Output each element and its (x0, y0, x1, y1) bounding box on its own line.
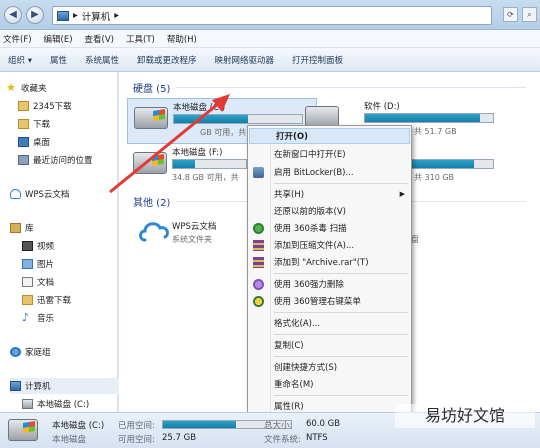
menu-help[interactable]: 帮助(H) (167, 33, 197, 45)
menu-edit[interactable]: 编辑(E) (44, 33, 73, 45)
shield-icon (253, 167, 264, 178)
group-header-hdd[interactable]: 硬盘 (5) (133, 80, 527, 95)
drive-name: 本地磁盘 (F:) (172, 148, 223, 158)
winrar-icon (253, 257, 264, 268)
star-icon: ★ (6, 81, 16, 94)
drive-icon (22, 399, 33, 409)
properties-button[interactable]: 属性 (50, 54, 67, 66)
sidebar-homegroup[interactable]: 家庭组 (10, 344, 128, 360)
title-bar: ◀ ▶ ▸ 计算机 ▸ ⟳ ⌕ (0, 0, 540, 30)
folder-icon (22, 295, 33, 305)
menu-item-360-scan[interactable]: 使用 360杀毒 扫描 (248, 220, 411, 236)
drive-icon (8, 419, 38, 441)
menu-item-360-force-delete[interactable]: 使用 360强力删除 (248, 276, 411, 292)
navigation-pane: ★ 收藏夹 2345下载 下载 桌面 最近访问的位置 WPS云文档 库 视频 图… (0, 72, 128, 412)
sidebar-computer[interactable]: 计算机 (10, 378, 128, 394)
drive-name: 软件 (D:) (364, 102, 400, 112)
map-drive-button[interactable]: 映射网络驱动器 (215, 54, 275, 66)
sidebar-favorites[interactable]: ★ 收藏夹 (6, 80, 124, 96)
forward-button[interactable]: ▶ (26, 6, 44, 24)
address-bar[interactable]: ▸ 计算机 ▸ (52, 6, 492, 25)
drive-icon (134, 107, 168, 129)
sidebar-wps[interactable]: WPS云文档 (10, 186, 128, 202)
menu-view[interactable]: 查看(V) (85, 33, 114, 45)
menu-item-add-archive[interactable]: 添加到压缩文件(A)... (248, 237, 411, 253)
cloud-icon (10, 189, 21, 199)
music-icon: ♪ (22, 311, 30, 324)
drive-info: GB 可用，共 (200, 128, 247, 137)
menu-item-open[interactable]: 打开(O) (249, 128, 410, 144)
video-icon (22, 241, 33, 251)
organize-button[interactable]: 组织 ▾ (8, 54, 32, 66)
drive-icon (133, 152, 167, 174)
uninstall-button[interactable]: 卸载或更改程序 (137, 54, 197, 66)
window-controls: ⟳ ⌕ (503, 7, 537, 22)
360-manager-icon (253, 296, 264, 307)
details-drive-name: 本地磁盘 (C:) (52, 421, 105, 431)
desktop-icon (18, 137, 29, 147)
context-menu: 打开(O) 在新窗口中打开(E) 启用 BitLocker(B)... 共享(H… (247, 125, 412, 419)
menu-tools[interactable]: 工具(T) (126, 33, 155, 45)
menu-item-add-rar[interactable]: 添加到 "Archive.rar"(T) (248, 254, 411, 270)
search-icon[interactable]: ⌕ (522, 7, 537, 22)
details-drive-type: 本地磁盘 (52, 435, 87, 445)
drive-usage-bar (364, 113, 494, 123)
download-folder-icon (18, 119, 29, 129)
system-properties-button[interactable]: 系统属性 (85, 54, 119, 66)
picture-icon (22, 259, 33, 269)
drive-info: 共 310 GB (414, 173, 455, 182)
360-antivirus-icon (253, 223, 264, 234)
menu-file[interactable]: 文件(F) (3, 33, 32, 45)
submenu-arrow-icon: ▶ (399, 190, 405, 198)
drive-info: 34.8 GB 可用，共 (172, 173, 239, 182)
drive-info: 共 51.7 GB (414, 127, 457, 136)
details-fs-value: NTFS (306, 433, 328, 443)
menu-item-create-shortcut[interactable]: 创建快捷方式(S) (248, 359, 411, 375)
menu-item-bitlocker[interactable]: 启用 BitLocker(B)... (248, 164, 411, 180)
sidebar-library[interactable]: 库 (10, 220, 128, 236)
details-free-label: 可用空间: (118, 435, 155, 445)
menu-item-copy[interactable]: 复制(C) (248, 337, 411, 353)
drive-usage-bar (173, 114, 303, 124)
winrar-icon (253, 240, 264, 251)
menu-bar: 文件(F) 编辑(E) 查看(V) 工具(T) 帮助(H) (0, 30, 540, 48)
computer-icon (10, 381, 21, 391)
drive-usage-bar (172, 159, 247, 169)
details-used-label: 已用空间: (118, 421, 155, 431)
details-free-value: 25.7 GB (162, 433, 197, 443)
control-panel-button[interactable]: 打开控制面板 (292, 54, 343, 66)
item-info: 系统文件夹 (172, 235, 212, 244)
360-delete-icon (253, 279, 264, 290)
cloud-icon (139, 222, 169, 242)
address-separator: ▸ (73, 10, 78, 21)
watermark-text: 易坊好文馆 (395, 404, 535, 428)
homegroup-icon (10, 347, 21, 357)
details-total-value: 60.0 GB (306, 419, 341, 429)
refresh-icon[interactable]: ⟳ (503, 7, 518, 22)
drive-name: 本地磁盘 (C:) (173, 103, 226, 113)
back-button[interactable]: ◀ (4, 6, 22, 24)
folder-icon (18, 101, 29, 111)
menu-item-share[interactable]: 共享(H) ▶ (248, 186, 411, 202)
details-total-label: 总大小: (264, 421, 293, 431)
menu-item-restore[interactable]: 还原以前的版本(V) (248, 203, 411, 219)
computer-icon (57, 10, 69, 21)
library-icon (10, 223, 21, 233)
menu-item-360-menu[interactable]: 使用 360管理右键菜单 (248, 293, 411, 309)
menu-item-format[interactable]: 格式化(A)... (248, 315, 411, 331)
menu-item-open-new-window[interactable]: 在新窗口中打开(E) (248, 146, 411, 162)
item-name: WPS云文档 (172, 222, 217, 232)
address-path: 计算机 (81, 11, 111, 23)
command-bar: 组织 ▾ 属性 系统属性 卸载或更改程序 映射网络驱动器 打开控制面板 (0, 48, 540, 72)
recent-places-icon (18, 155, 29, 165)
details-fs-label: 文件系统: (264, 435, 301, 445)
menu-item-rename[interactable]: 重命名(M) (248, 376, 411, 392)
document-icon (22, 277, 33, 287)
address-separator-2: ▸ (114, 10, 120, 21)
